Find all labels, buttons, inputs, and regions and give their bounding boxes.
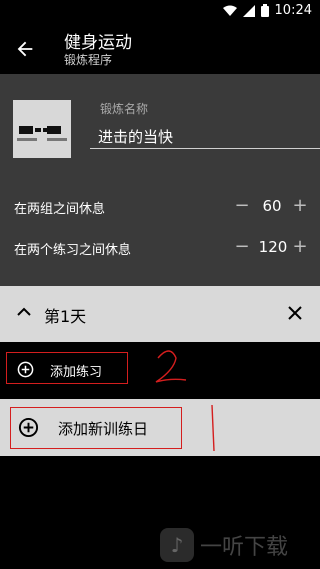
close-icon[interactable]: [286, 304, 304, 322]
day-header[interactable]: 第1天: [0, 286, 320, 342]
program-settings-panel: 锻炼名称 在两组之间休息 − 60 + 在两个练习之间休息 − 120 +: [0, 74, 320, 286]
signal-icon: [242, 4, 255, 17]
program-name-label: 锻炼名称: [100, 102, 149, 116]
add-training-day-label: 添加新训练日: [58, 420, 149, 438]
rest-between-exercises-row: 在两个练习之间休息 − 120 +: [0, 234, 320, 262]
program-image[interactable]: [13, 100, 71, 158]
battery-icon: [260, 4, 269, 17]
day-label: 第1天: [44, 307, 87, 326]
add-day-section: 添加新训练日 1: [0, 399, 320, 456]
rest-sets-minus-button[interactable]: −: [232, 195, 252, 216]
dumbbell-icon: [13, 100, 71, 158]
app-bar: 健身运动 锻炼程序: [0, 24, 320, 74]
clock: 10:24: [274, 3, 312, 18]
rest-sets-plus-button[interactable]: +: [290, 195, 310, 216]
annotation-number-2: [155, 350, 187, 383]
wifi-icon: [222, 5, 237, 16]
watermark-text: 一听下载: [200, 535, 289, 560]
program-name-input[interactable]: [90, 124, 320, 149]
rest-sets-value: 60: [262, 197, 282, 215]
add-circle-icon: [17, 361, 34, 378]
add-exercise-section: 添加练习 2: [0, 342, 320, 399]
add-exercise-label: 添加练习: [50, 365, 103, 380]
watermark-logo: ♪: [160, 528, 194, 562]
rest-between-sets-row: 在两组之间休息 − 60 +: [0, 193, 320, 221]
annotation-number-1: [211, 404, 215, 452]
rest-exercises-value: 120: [258, 238, 288, 256]
watermark: ♪ 一听下载: [160, 528, 288, 562]
rest-exercises-plus-button[interactable]: +: [290, 236, 310, 257]
status-bar: 10:24: [0, 0, 320, 24]
add-circle-icon: [18, 417, 39, 438]
page-subtitle: 锻炼程序: [64, 53, 113, 67]
rest-between-sets-label: 在两组之间休息: [14, 202, 106, 217]
rest-between-exercises-label: 在两个练习之间休息: [14, 243, 132, 258]
back-arrow-icon[interactable]: [14, 38, 36, 60]
chevron-up-icon[interactable]: [16, 304, 32, 320]
rest-exercises-minus-button[interactable]: −: [232, 236, 252, 257]
page-title: 健身运动: [64, 33, 132, 53]
